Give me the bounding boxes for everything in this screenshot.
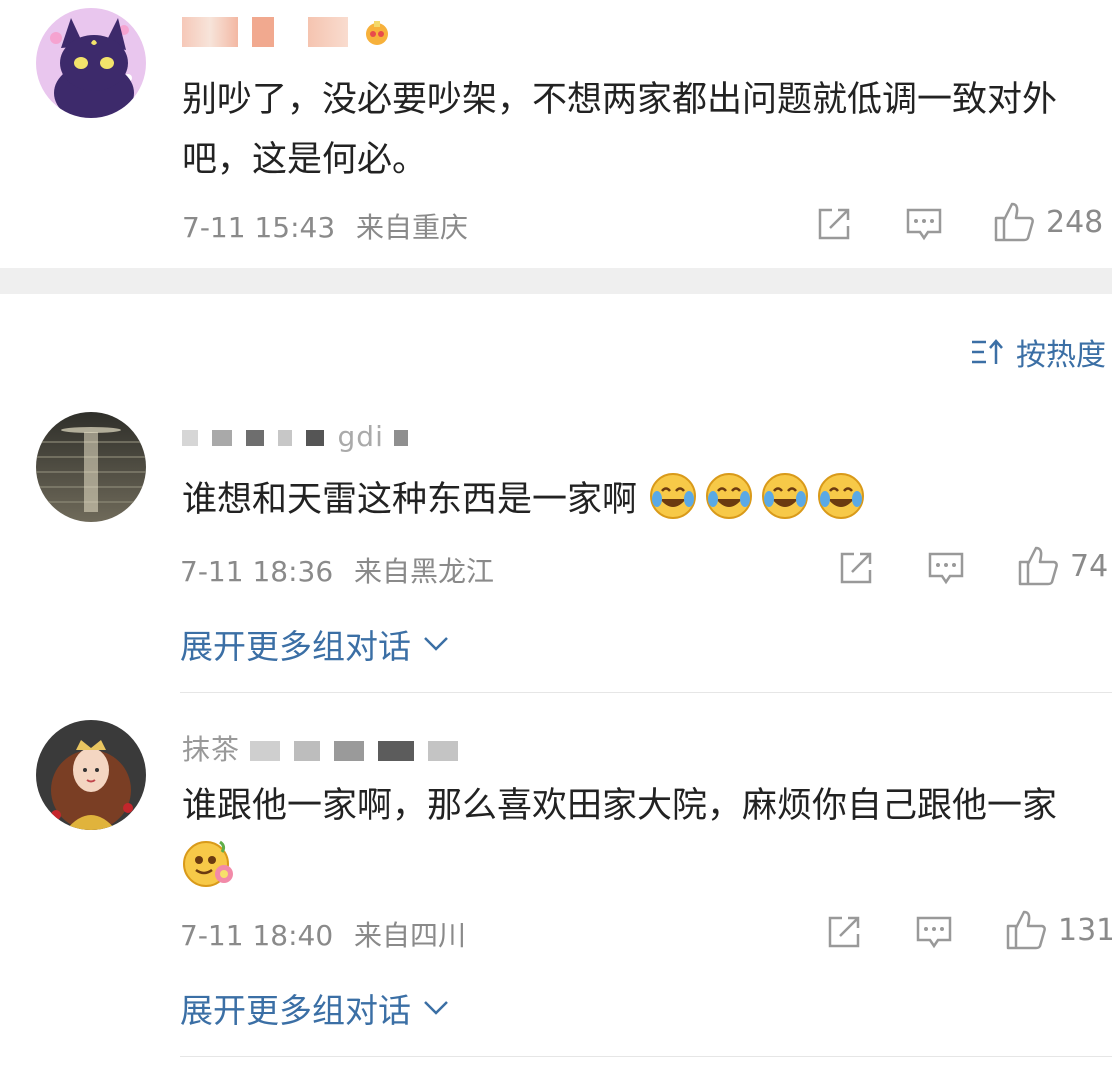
username[interactable] [182, 14, 396, 47]
share-button[interactable] [836, 548, 876, 588]
blurred-username [333, 741, 364, 761]
blurred-username [249, 741, 280, 761]
flower-smile-emoji-icon [182, 836, 236, 890]
comment-time: 7-11 15:43 [182, 211, 336, 244]
blurred-username [245, 430, 264, 446]
comment-icon [916, 916, 952, 949]
blurred-username [427, 741, 458, 761]
blurred-username [211, 430, 232, 446]
chevron-down-icon [424, 1001, 448, 1015]
like-button[interactable]: 248 [992, 200, 1103, 244]
comment-text: 谁跟他一家啊，那么喜欢田家大院，麻烦你自己跟他一家 [182, 776, 1102, 899]
comment-location: 来自四川 [354, 919, 467, 952]
expand-label: 展开更多组对话 [180, 991, 411, 1030]
blurred-username [293, 741, 320, 761]
like-button[interactable]: 74 [1016, 544, 1108, 588]
share-icon [840, 552, 872, 584]
blurred-username [307, 17, 348, 47]
divider-line [180, 1056, 1112, 1057]
comment-meta: 7-11 18:36 来自黑龙江 [180, 550, 494, 590]
laugh-cry-emoji-icon [816, 471, 866, 521]
blurred-username [305, 430, 324, 446]
laugh-cry-emoji-icon [704, 471, 754, 521]
laugh-cry-emoji-icon [760, 471, 810, 521]
blurred-username [182, 17, 238, 47]
comment-text: 谁想和天雷这种东西是一家啊 [182, 470, 1102, 530]
comment-location: 来自重庆 [356, 211, 469, 244]
like-count: 131 [1058, 912, 1112, 948]
blurred-username [251, 17, 274, 47]
blurred-username [277, 430, 292, 446]
username[interactable]: gdi [182, 420, 412, 453]
username-visible: 抹茶 [182, 733, 241, 766]
username-visible: gdi [337, 420, 384, 453]
thumbs-up-icon [1018, 546, 1058, 586]
comment-time: 7-11 18:36 [180, 555, 334, 588]
avatar-princess[interactable] [36, 720, 146, 830]
blurred-username [182, 430, 198, 446]
share-button[interactable] [814, 204, 854, 244]
like-button[interactable]: 131 [1004, 908, 1112, 952]
reply-button[interactable] [926, 548, 966, 588]
share-icon [818, 208, 850, 240]
comment-time: 7-11 18:40 [180, 919, 334, 952]
sort-label: 按热度 [1016, 338, 1106, 373]
section-divider [0, 268, 1112, 294]
sort-toggle[interactable]: 按热度 [970, 330, 1106, 374]
comment-meta: 7-11 18:40 来自四川 [180, 914, 466, 954]
share-button[interactable] [824, 912, 864, 952]
blurred-username [393, 430, 408, 446]
comment-location: 来自黑龙江 [354, 555, 495, 588]
chevron-down-icon [424, 637, 448, 651]
reply-button[interactable] [904, 204, 944, 244]
share-icon [828, 916, 860, 948]
comment-icon [928, 552, 964, 585]
like-count: 74 [1070, 548, 1109, 584]
avatar-cat[interactable] [36, 8, 146, 118]
sort-icon [972, 339, 1003, 364]
expand-replies-link[interactable]: 展开更多组对话 [180, 984, 449, 1032]
like-count: 248 [1046, 204, 1104, 240]
comment-icon [906, 208, 942, 241]
comment-meta: 7-11 15:43 来自重庆 [182, 206, 468, 246]
reply-button[interactable] [914, 912, 954, 952]
comment-text-content: 谁跟他一家啊，那么喜欢田家大院，麻烦你自己跟他一家 [182, 786, 1058, 826]
comment-text: 别吵了，没必要吵架，不想两家都出问题就低调一致对外吧，这是何必。 [182, 80, 1058, 180]
divider-line [180, 692, 1112, 693]
blurred-username [377, 741, 414, 761]
comment-text-content: 谁想和天雷这种东西是一家啊 [182, 480, 638, 520]
thumbs-up-icon [994, 202, 1034, 242]
username[interactable]: 抹茶 [182, 728, 462, 768]
expand-replies-link[interactable]: 展开更多组对话 [180, 620, 449, 668]
laugh-cry-emoji-icon [648, 471, 698, 521]
expand-label: 展开更多组对话 [180, 627, 411, 666]
thumbs-up-icon [1006, 910, 1046, 950]
badge-icon [362, 17, 392, 47]
avatar-sea[interactable] [36, 412, 146, 522]
